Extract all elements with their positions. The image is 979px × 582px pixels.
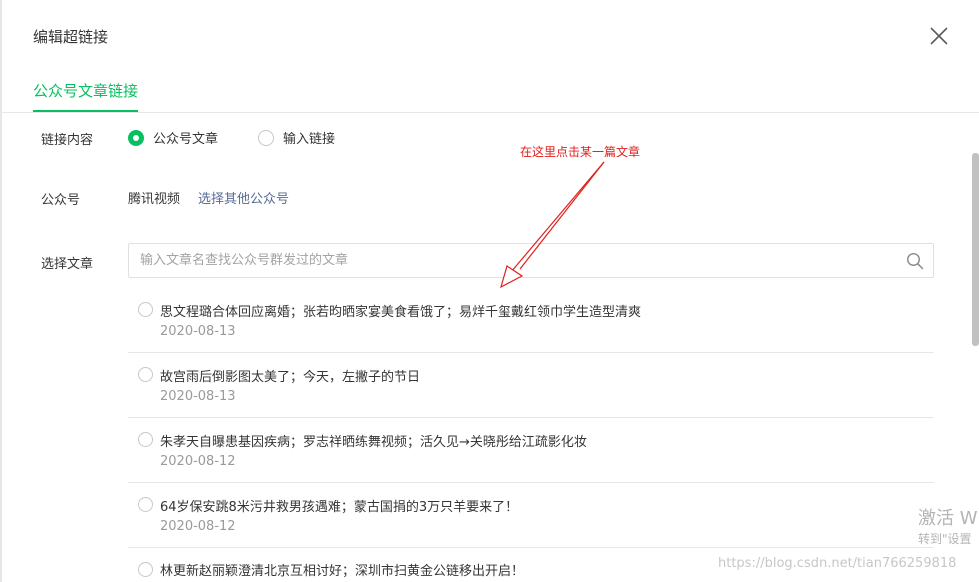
article-radio-icon[interactable] [138,367,153,382]
article-title: 思文程璐合体回应离婚；张若昀晒家宴美食看饿了；易烊千玺戴红领巾学生造型清爽 [160,305,642,320]
article-title: 故宫雨后倒影图太美了；今天，左撇子的节日 [160,370,421,385]
close-button[interactable] [925,22,953,50]
article-title: 林更新赵丽颖澄清北京互相讨好；深圳市扫黄金公链移出开启！ [160,564,525,578]
search-icon[interactable] [906,252,924,270]
search-input[interactable] [129,244,899,277]
article-radio-icon[interactable] [138,302,153,317]
close-icon [930,27,948,45]
radio-url-option[interactable]: 输入链接 [258,128,335,147]
link-content-label: 链接内容 [41,133,94,148]
article-label: 选择文章 [41,257,94,272]
article-item[interactable]: 64岁保安跳8米污井救男孩遇难；蒙古国捐的3万只羊要来了！ 2020-08-12 [128,483,934,548]
article-date: 2020-08-12 [160,454,236,469]
radio-article-label: 公众号文章 [153,132,219,147]
article-list: 思文程璐合体回应离婚；张若昀晒家宴美食看饿了；易烊千玺戴红领巾学生造型清爽 20… [128,288,934,578]
watermark-url: https://blog.csdn.net/tian766259818 [718,556,957,571]
activate-windows-subtitle: 转到"设置 [918,532,972,546]
article-radio-icon[interactable] [138,497,153,512]
radio-unchecked-icon[interactable] [258,129,274,146]
scrollbar-thumb[interactable] [972,153,979,346]
search-box [128,243,934,278]
radio-article-option[interactable]: 公众号文章 [128,128,218,147]
account-name: 腾讯视频 [128,192,181,207]
tab-article-link[interactable]: 公众号文章链接 [33,80,139,112]
article-date: 2020-08-13 [160,389,236,404]
article-item[interactable]: 故宫雨后倒影图太美了；今天，左撇子的节日 2020-08-13 [128,353,934,418]
article-date: 2020-08-13 [160,324,236,339]
account-label: 公众号 [41,193,81,208]
article-radio-icon[interactable] [138,562,153,577]
article-title: 朱孝天自曝患基因疾病；罗志祥晒练舞视频；活久见→关晓彤给江疏影化妆 [160,435,587,450]
select-other-account-link[interactable]: 选择其他公众号 [198,188,289,207]
article-radio-icon[interactable] [138,432,153,447]
radio-checked-icon[interactable] [128,129,144,146]
article-title: 64岁保安跳8米污井救男孩遇难；蒙古国捐的3万只羊要来了！ [160,500,519,515]
activate-windows-title: 激活 W [918,508,978,529]
annotation-text: 在这里点击某一篇文章 [520,145,641,159]
article-item[interactable]: 朱孝天自曝患基因疾病；罗志祥晒练舞视频；活久见→关晓彤给江疏影化妆 2020-0… [128,418,934,483]
tab-bar: 公众号文章链接 [0,72,979,113]
dialog-title: 编辑超链接 [33,28,109,46]
article-date: 2020-08-12 [160,519,236,534]
article-item[interactable]: 思文程璐合体回应离婚；张若昀晒家宴美食看饿了；易烊千玺戴红领巾学生造型清爽 20… [128,288,934,353]
radio-url-label: 输入链接 [283,132,336,147]
